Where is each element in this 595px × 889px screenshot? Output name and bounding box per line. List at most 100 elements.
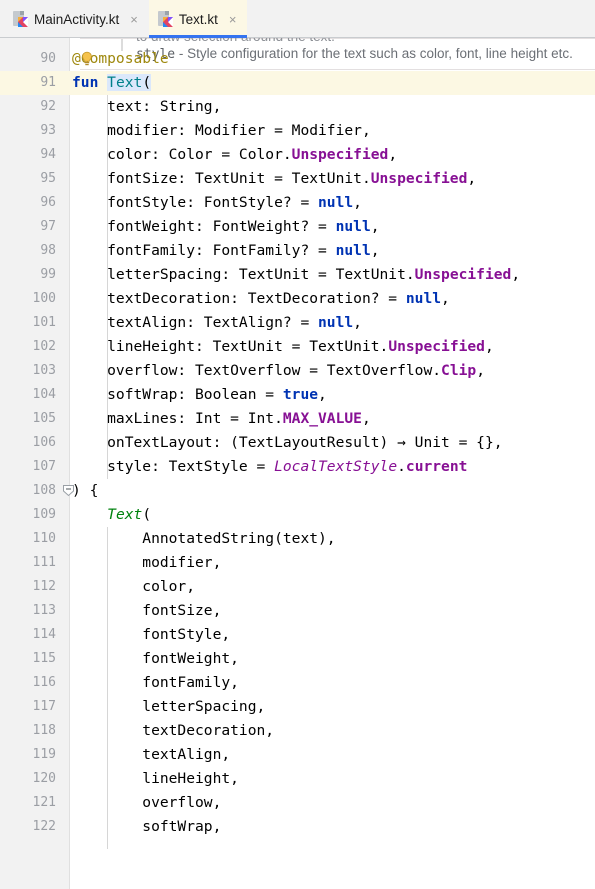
intention-bulb-icon[interactable] (80, 51, 94, 67)
editor-tab-text[interactable]: Text.kt × (148, 0, 248, 38)
code-token: null (318, 314, 354, 331)
code-line-text: modifier, (72, 551, 221, 575)
code-line-text: letterSpacing, (72, 695, 265, 719)
code-token: AnnotatedString(text), (72, 530, 336, 547)
line-number: 122 (32, 819, 56, 834)
code-line-text: color: Color = Color.Unspecified, (72, 143, 397, 167)
code-token: text: String, (72, 98, 222, 115)
code-token: style: TextStyle = (72, 458, 275, 475)
code-line[interactable]: 92 text: String, (0, 95, 595, 119)
code-token: , (353, 314, 362, 331)
code-token: overflow: TextOverflow = TextOverflow. (72, 362, 442, 379)
code-line[interactable]: 118 textDecoration, (0, 719, 595, 743)
line-number: 121 (32, 795, 56, 810)
code-line[interactable]: 119 textAlign, (0, 743, 595, 767)
code-line[interactable]: 99 letterSpacing: TextUnit = TextUnit.Un… (0, 263, 595, 287)
code-line[interactable]: 98 fontFamily: FontFamily? = null, (0, 239, 595, 263)
line-number: 96 (40, 195, 56, 210)
code-line[interactable]: 97 fontWeight: FontWeight? = null, (0, 215, 595, 239)
code-token: , (476, 362, 485, 379)
code-line-text: fun Text( (72, 71, 152, 95)
code-line[interactable]: 115 fontWeight, (0, 647, 595, 671)
code-line[interactable]: 105 maxLines: Int = Int.MAX_VALUE, (0, 407, 595, 431)
code-token: , (388, 146, 398, 163)
code-line-text: text: String, (72, 95, 221, 119)
line-number: 101 (32, 315, 56, 330)
code-line-text: fontWeight, (72, 647, 239, 671)
code-line[interactable]: 107 style: TextStyle = LocalTextStyle.cu… (0, 455, 595, 479)
code-line[interactable]: 114 fontStyle, (0, 623, 595, 647)
code-line[interactable]: 122 softWrap, (0, 815, 595, 839)
line-number: 104 (32, 387, 56, 402)
code-fold-icon[interactable] (62, 484, 75, 497)
code-token: MAX_VALUE (282, 410, 362, 427)
code-line[interactable]: 110 AnnotatedString(text), (0, 527, 595, 551)
code-line[interactable]: 117 letterSpacing, (0, 695, 595, 719)
code-token: Unspecified (388, 338, 485, 355)
code-line-text: AnnotatedString(text), (72, 527, 336, 551)
line-number: 91 (40, 75, 56, 90)
line-number: 90 (40, 51, 56, 66)
code-line-text: color, (72, 575, 195, 599)
code-line[interactable]: 106 onTextLayout: (TextLayoutResult) → U… (0, 431, 595, 455)
code-line-text: style: TextStyle = LocalTextStyle.curren… (72, 455, 467, 479)
code-line[interactable]: 121 overflow, (0, 791, 595, 815)
close-icon[interactable]: × (227, 12, 239, 27)
code-token: fun (72, 74, 108, 91)
code-token: textAlign, (72, 746, 231, 763)
line-number: 115 (32, 651, 56, 666)
editor-tab-mainactivity[interactable]: MainActivity.kt × (4, 0, 149, 38)
code-line-text: lineHeight, (72, 767, 239, 791)
code-line[interactable]: 100 textDecoration: TextDecoration? = nu… (0, 287, 595, 311)
code-line[interactable]: 94 color: Color = Color.Unspecified, (0, 143, 595, 167)
code-token: , (441, 290, 450, 307)
code-line[interactable]: 116 fontFamily, (0, 671, 595, 695)
code-line[interactable]: 91 fun Text( (0, 71, 595, 95)
code-token: null (335, 242, 371, 259)
close-icon[interactable]: × (128, 12, 140, 27)
code-line-text: fontStyle, (72, 623, 230, 647)
code-text-layer[interactable]: 90 @Composable 91 fun Text(92 text: String,… (0, 38, 595, 889)
line-number: 108 (32, 483, 56, 498)
code-line[interactable]: 111 modifier, (0, 551, 595, 575)
code-token: softWrap, (72, 818, 222, 835)
line-number: 100 (32, 291, 56, 306)
code-token: Unspecified (370, 170, 468, 187)
code-token: , (484, 338, 494, 355)
line-number: 94 (40, 147, 56, 162)
code-token: fontStyle, (72, 626, 231, 643)
code-token: . (397, 458, 406, 475)
code-line-text: textAlign: TextAlign? = null, (72, 311, 362, 335)
line-number: 102 (32, 339, 56, 354)
code-token: , (361, 410, 371, 427)
line-number: 111 (32, 555, 56, 570)
code-line[interactable]: 109 Text( (0, 503, 595, 527)
code-token: Unspecified (414, 266, 512, 283)
code-editor[interactable]: to draw selection around the text. style… (0, 38, 595, 889)
code-line[interactable]: 120 lineHeight, (0, 767, 595, 791)
code-token: textDecoration: TextDecoration? = (72, 290, 406, 307)
code-line-text: ) { (72, 479, 98, 503)
code-line[interactable]: 103 overflow: TextOverflow = TextOverflo… (0, 359, 595, 383)
code-token: Clip (441, 362, 477, 379)
kotlin-file-icon (157, 11, 173, 27)
code-line[interactable]: 95 fontSize: TextUnit = TextUnit.Unspeci… (0, 167, 595, 191)
line-number: 98 (40, 243, 56, 258)
code-token: fontWeight, (72, 650, 239, 667)
code-line-text: lineHeight: TextUnit = TextUnit.Unspecif… (72, 335, 494, 359)
line-number: 99 (40, 267, 56, 282)
code-token: fontFamily: FontFamily? = (72, 242, 336, 259)
line-number: 118 (32, 723, 56, 738)
code-line[interactable]: 96 fontStyle: FontStyle? = null, (0, 191, 595, 215)
code-line[interactable]: 108 ) { (0, 479, 595, 503)
code-line-text: letterSpacing: TextUnit = TextUnit.Unspe… (72, 263, 520, 287)
code-token: color, (72, 578, 196, 595)
code-token: modifier, (72, 554, 222, 571)
code-line[interactable]: 113 fontSize, (0, 599, 595, 623)
code-line[interactable]: 101 textAlign: TextAlign? = null, (0, 311, 595, 335)
code-line[interactable]: 102 lineHeight: TextUnit = TextUnit.Unsp… (0, 335, 595, 359)
code-line[interactable]: 93 modifier: Modifier = Modifier, (0, 119, 595, 143)
code-line[interactable]: 112 color, (0, 575, 595, 599)
code-line[interactable]: 104 softWrap: Boolean = true, (0, 383, 595, 407)
